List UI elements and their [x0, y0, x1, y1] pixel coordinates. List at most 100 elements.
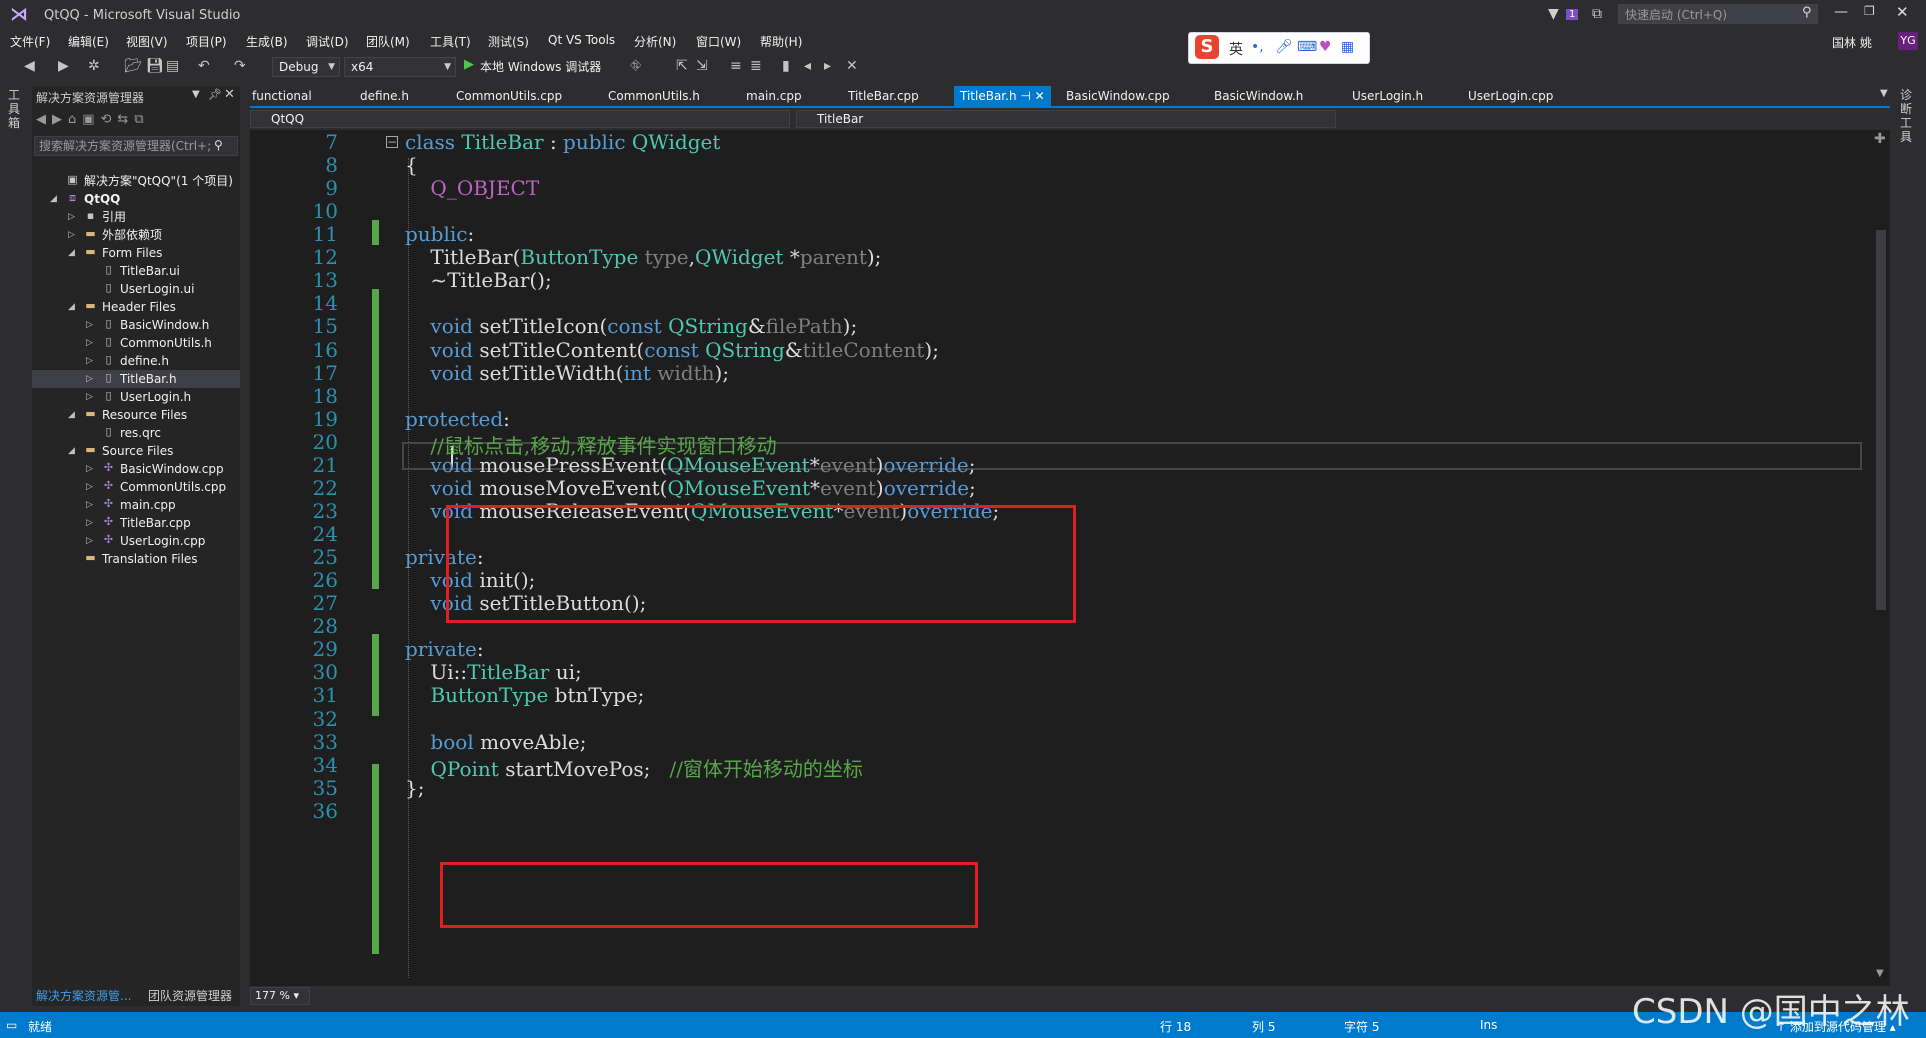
- code-line[interactable]: TitleBar(ButtonType type,QWidget *parent…: [405, 245, 881, 269]
- menu-item-5[interactable]: 调试(D): [306, 33, 349, 50]
- menu-item-4[interactable]: 生成(B): [246, 33, 288, 50]
- tab-commonutils-cpp[interactable]: CommonUtils.cpp: [456, 86, 562, 106]
- tree-item[interactable]: ▷ ▬ 外部依赖项: [32, 226, 240, 244]
- collapsed-arrow-icon[interactable]: ▷: [86, 316, 93, 334]
- bookmark-icon[interactable]: ▮: [782, 58, 790, 74]
- code-line[interactable]: void setTitleIcon(const QString&filePath…: [405, 314, 857, 338]
- code-line[interactable]: class TitleBar : public QWidget: [405, 130, 720, 154]
- tab-titlebar-cpp[interactable]: TitleBar.cpp: [848, 86, 919, 106]
- tab-userlogin-cpp[interactable]: UserLogin.cpp: [1468, 86, 1553, 106]
- attach-icon[interactable]: ⛗: [630, 58, 641, 74]
- indent-icon[interactable]: ≡: [730, 58, 742, 74]
- code-line[interactable]: Ui::TitleBar ui;: [405, 660, 581, 684]
- prev-bookmark-icon[interactable]: ◂: [804, 58, 811, 74]
- notification-badge[interactable]: 1: [1566, 9, 1579, 20]
- tab-functional[interactable]: functional: [252, 86, 312, 106]
- step-over-icon[interactable]: ⇲: [696, 58, 708, 74]
- search-icon[interactable]: ⚲: [214, 138, 223, 152]
- code-editor[interactable]: − 7 class TitleBar : public QWidget 8 {9 Q_…: [250, 130, 1878, 986]
- expanded-arrow-icon[interactable]: ◢: [68, 406, 75, 424]
- menu-item-12[interactable]: 帮助(H): [760, 33, 802, 50]
- tree-item[interactable]: ▷ ✣ main.cpp: [32, 496, 240, 514]
- menu-item-10[interactable]: 分析(N): [634, 33, 676, 50]
- tab-basicwindow-cpp[interactable]: BasicWindow.cpp: [1066, 86, 1170, 106]
- account-name[interactable]: 国林 姚: [1832, 34, 1872, 51]
- start-debugging-button[interactable]: 本地 Windows 调试器: [480, 58, 601, 75]
- tree-item[interactable]: ◢ ⧈ QtQQ: [32, 190, 240, 208]
- quick-launch-input[interactable]: 快速启动 (Ctrl+Q): [1618, 4, 1818, 24]
- collapsed-arrow-icon[interactable]: ▷: [86, 334, 93, 352]
- tab-solution-explorer[interactable]: 解决方案资源管...: [36, 987, 131, 1004]
- restore-button[interactable]: ❐: [1864, 4, 1875, 18]
- save-all-icon[interactable]: ▤: [166, 58, 179, 74]
- tab-team-explorer[interactable]: 团队资源管理器: [148, 987, 232, 1004]
- collapsed-arrow-icon[interactable]: ▷: [86, 478, 93, 496]
- code-line[interactable]: void setTitleContent(const QString&title…: [405, 338, 939, 362]
- search-icon[interactable]: ⚲: [1802, 5, 1812, 20]
- code-line[interactable]: Q_OBJECT: [405, 176, 539, 200]
- collapsed-arrow-icon[interactable]: ▷: [86, 514, 93, 532]
- code-line[interactable]: {: [405, 153, 418, 177]
- tree-item[interactable]: ▷ ✣ UserLogin.cpp: [32, 532, 240, 550]
- tree-item[interactable]: ◢ ▬ Source Files: [32, 442, 240, 460]
- collapse-toggle-icon[interactable]: −: [386, 136, 398, 148]
- collapsed-arrow-icon[interactable]: ▷: [86, 370, 93, 388]
- collapsed-arrow-icon[interactable]: ▷: [86, 388, 93, 406]
- collapsed-arrow-icon[interactable]: ▷: [86, 352, 93, 370]
- platform-select[interactable]: x64 ▼: [344, 57, 456, 77]
- project-dropdown[interactable]: QtQQ: [250, 110, 790, 128]
- explorer-search-input[interactable]: 搜索解决方案资源管理器(Ctrl+;: [34, 136, 238, 156]
- menu-item-11[interactable]: 窗口(W): [696, 33, 741, 50]
- menu-item-6[interactable]: 团队(M): [366, 33, 410, 50]
- collapsed-arrow-icon[interactable]: ▷: [86, 460, 93, 478]
- back-icon[interactable]: ◀: [24, 58, 35, 74]
- redo-icon[interactable]: ↷: [234, 58, 246, 74]
- tree-item[interactable]: ▷ ▯ define.h: [32, 352, 240, 370]
- tab-userlogin-h[interactable]: UserLogin.h: [1352, 86, 1423, 106]
- expanded-arrow-icon[interactable]: ◢: [68, 244, 75, 262]
- tab-close-icon[interactable]: ✕: [1035, 89, 1045, 103]
- code-line[interactable]: protected:: [405, 407, 510, 431]
- tree-item[interactable]: ▷ ▯ BasicWindow.h: [32, 316, 240, 334]
- tree-item[interactable]: ▷ ▯ TitleBar.h: [32, 370, 240, 388]
- tree-item[interactable]: ▷ ✣ TitleBar.cpp: [32, 514, 240, 532]
- save-icon[interactable]: 💾︎: [146, 58, 164, 74]
- menu-item-7[interactable]: 工具(T): [430, 33, 471, 50]
- menu-item-3[interactable]: 项目(P): [186, 33, 227, 50]
- scrollbar-thumb[interactable]: [1876, 230, 1886, 610]
- toolbox-tab[interactable]: 工具箱: [8, 88, 22, 130]
- tab-basicwindow-h[interactable]: BasicWindow.h: [1214, 86, 1303, 106]
- class-dropdown[interactable]: TitleBar: [796, 110, 1336, 128]
- expanded-arrow-icon[interactable]: ◢: [68, 442, 75, 460]
- code-line[interactable]: QPoint startMovePos; //窗体开始移动的坐标: [405, 753, 863, 782]
- tree-item[interactable]: ▣ 解决方案"QtQQ"(1 个项目): [32, 172, 240, 190]
- code-line[interactable]: ~TitleBar();: [405, 268, 551, 292]
- collapsed-arrow-icon[interactable]: ▷: [68, 226, 75, 244]
- tab-commonutils-h[interactable]: CommonUtils.h: [608, 86, 700, 106]
- menu-item-8[interactable]: 测试(S): [488, 33, 529, 50]
- clear-bookmark-icon[interactable]: ✕: [846, 58, 858, 74]
- open-file-icon[interactable]: 📂︎: [124, 58, 142, 74]
- notification-filter-icon[interactable]: ▼: [1548, 6, 1559, 22]
- tab-titlebar-h[interactable]: TitleBar.h ⊣ ✕: [954, 86, 1051, 106]
- tree-item[interactable]: ◢ ▬ Header Files: [32, 298, 240, 316]
- tab-main-cpp[interactable]: main.cpp: [746, 86, 802, 106]
- minimize-button[interactable]: —: [1834, 4, 1848, 20]
- split-icon[interactable]: ✚: [1874, 131, 1886, 147]
- zoom-select[interactable]: 177 % ▾: [250, 987, 310, 1005]
- menu-item-1[interactable]: 编辑(E): [68, 33, 109, 50]
- code-line[interactable]: void mousePressEvent(QMouseEvent*event)o…: [405, 453, 975, 477]
- tree-item[interactable]: ▷ ▯ CommonUtils.h: [32, 334, 240, 352]
- pin-icon[interactable]: 📌︎: [208, 88, 222, 101]
- chevron-down-icon[interactable]: ▼: [192, 89, 200, 100]
- code-line[interactable]: void mouseMoveEvent(QMouseEvent*event)ov…: [405, 476, 975, 500]
- scroll-down-icon[interactable]: ▼: [1876, 968, 1884, 979]
- step-icon[interactable]: ⇱: [676, 58, 688, 74]
- outdent-icon[interactable]: ≣: [750, 58, 762, 74]
- collapsed-arrow-icon[interactable]: ▷: [68, 208, 75, 226]
- tree-item[interactable]: ▷ ✣ CommonUtils.cpp: [32, 478, 240, 496]
- code-line[interactable]: private:: [405, 637, 484, 661]
- menu-item-0[interactable]: 文件(F): [10, 33, 50, 50]
- forward-icon[interactable]: ▶: [58, 58, 69, 74]
- collapsed-arrow-icon[interactable]: ▷: [86, 532, 93, 550]
